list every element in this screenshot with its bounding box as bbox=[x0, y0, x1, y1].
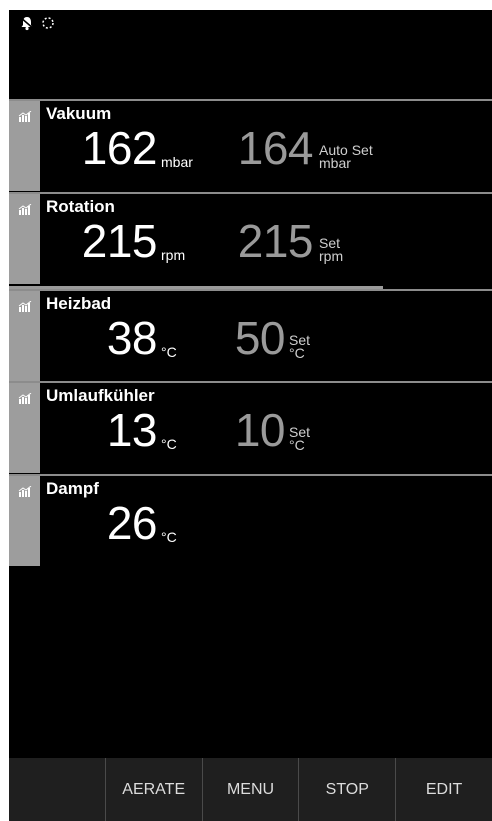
current-value: 215 bbox=[81, 215, 158, 267]
aerate-button[interactable]: AERATE bbox=[104, 758, 202, 821]
trend-tab[interactable] bbox=[9, 101, 40, 191]
status-icons bbox=[19, 15, 55, 31]
panel-label: Heizbad bbox=[46, 294, 112, 313]
trend-icon bbox=[18, 393, 32, 404]
set-unit: °C bbox=[289, 437, 305, 453]
panel-heizbad[interactable]: Heizbad 38 °C 50 Set °C bbox=[9, 289, 492, 381]
panel-dampf[interactable]: Dampf 26 °C bbox=[9, 474, 492, 566]
trend-tab[interactable] bbox=[9, 383, 40, 473]
edit-button[interactable]: EDIT bbox=[395, 758, 492, 821]
panel-label: Umlaufkühler bbox=[46, 386, 155, 405]
panel-label: Vakuum bbox=[46, 104, 112, 123]
panel-umlaufkuehler[interactable]: Umlaufkühler 13 °C 10 Set °C bbox=[9, 381, 492, 473]
panel-label: Rotation bbox=[46, 197, 115, 216]
trend-icon bbox=[18, 111, 32, 122]
trend-icon bbox=[18, 486, 32, 497]
divider bbox=[9, 474, 492, 476]
device-screen: Vakuum 162 mbar 164 Auto Set mbar Rotati… bbox=[9, 10, 492, 821]
current-value: 38 bbox=[106, 312, 158, 364]
set-unit: rpm bbox=[319, 248, 344, 264]
trend-tab[interactable] bbox=[9, 476, 40, 566]
divider bbox=[9, 192, 492, 194]
current-value: 162 bbox=[81, 122, 158, 174]
set-value[interactable]: 215 bbox=[211, 218, 314, 264]
menu-button[interactable]: MENU bbox=[201, 758, 299, 821]
current-unit: °C bbox=[161, 344, 177, 360]
set-unit: °C bbox=[289, 345, 305, 361]
panel-vakuum[interactable]: Vakuum 162 mbar 164 Auto Set mbar bbox=[9, 99, 492, 191]
trend-tab[interactable] bbox=[9, 291, 40, 381]
set-value[interactable]: 164 bbox=[227, 125, 314, 171]
current-unit: mbar bbox=[161, 154, 193, 170]
current-unit: °C bbox=[161, 529, 177, 545]
panel-rotation[interactable]: Rotation 215 rpm 215 Set rpm bbox=[9, 192, 492, 284]
divider bbox=[9, 381, 492, 383]
current-unit: °C bbox=[161, 436, 177, 452]
blank-button[interactable] bbox=[9, 758, 105, 821]
set-value[interactable]: 50 bbox=[219, 315, 286, 361]
panel-label: Dampf bbox=[46, 479, 99, 498]
trend-icon bbox=[18, 301, 32, 312]
trend-tab[interactable] bbox=[9, 194, 40, 284]
current-value: 13 bbox=[106, 404, 158, 456]
current-unit: rpm bbox=[161, 247, 186, 263]
set-unit: mbar bbox=[319, 155, 351, 171]
divider bbox=[9, 99, 492, 101]
current-value: 26 bbox=[106, 497, 158, 549]
bottom-button-bar: AERATE MENU STOP EDIT bbox=[9, 758, 492, 821]
trend-icon bbox=[18, 204, 32, 215]
bell-icon bbox=[19, 15, 35, 31]
stop-button[interactable]: STOP bbox=[298, 758, 395, 821]
loading-spinner-icon bbox=[41, 16, 55, 30]
set-value[interactable]: 10 bbox=[219, 407, 286, 453]
divider bbox=[9, 289, 492, 291]
